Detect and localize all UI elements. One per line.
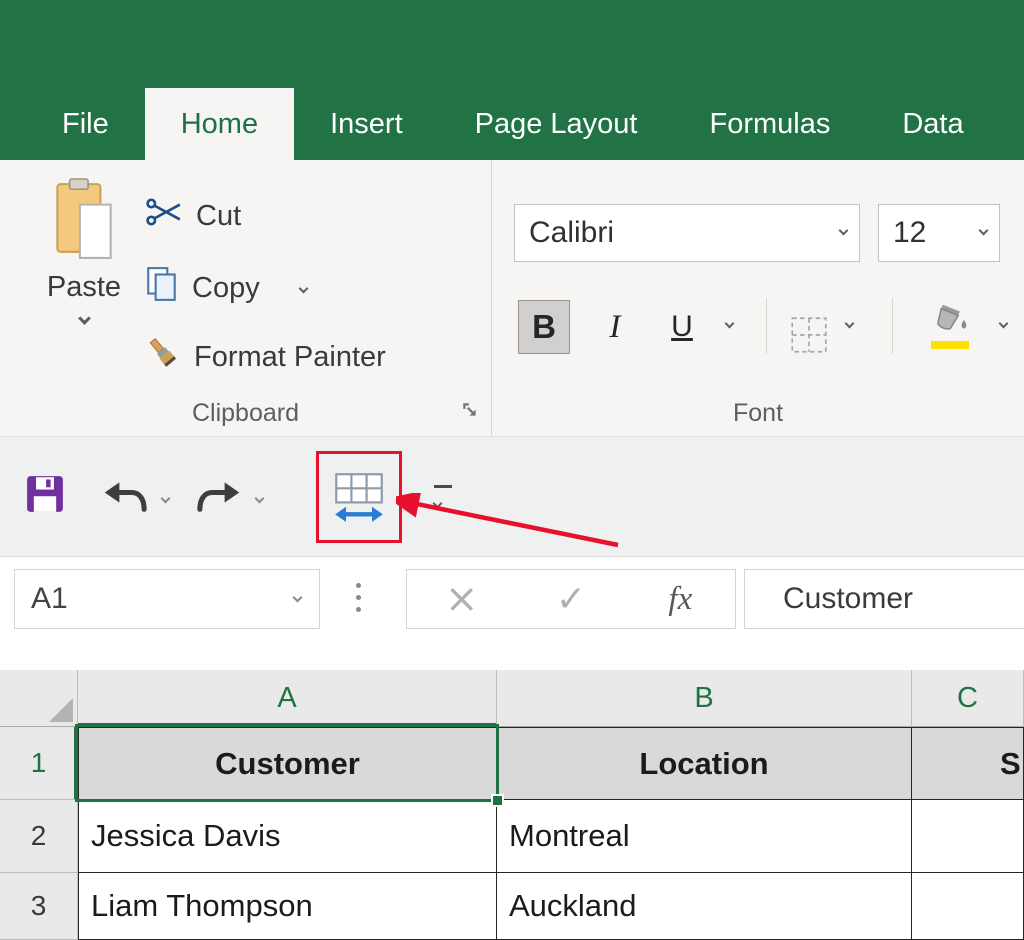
column-header-c[interactable]: C — [912, 670, 1024, 727]
table-row: 2 Jessica Davis Montreal — [0, 800, 1024, 873]
cut-label: Cut — [196, 199, 242, 232]
copy-button[interactable]: Copy — [146, 266, 309, 310]
font-group-label: Font — [732, 399, 784, 427]
italic-button[interactable]: I — [594, 300, 636, 354]
autofit-column-width-button[interactable] — [326, 459, 392, 535]
divider — [892, 298, 893, 354]
cell-b2[interactable]: Montreal — [497, 800, 912, 873]
formula-bar-drag-handle[interactable] — [356, 583, 361, 612]
customize-qat-chevron-icon — [432, 498, 443, 509]
select-all-icon — [49, 698, 73, 722]
row-header-2[interactable]: 2 — [0, 800, 78, 873]
row-header-1[interactable]: 1 — [0, 727, 78, 800]
paste-dropdown-icon[interactable] — [77, 312, 91, 325]
name-box[interactable]: A1 — [14, 569, 320, 629]
copy-label: Copy — [192, 271, 260, 304]
spreadsheet-grid: A B C 1 Customer Location S 2 Jessica Da… — [0, 670, 1024, 940]
tab-file[interactable]: File — [26, 88, 145, 160]
underline-dropdown-icon[interactable] — [724, 318, 735, 329]
ribbon-tab-bar: File Home Insert Page Layout Formulas Da… — [0, 88, 1024, 160]
tab-page-layout[interactable]: Page Layout — [439, 88, 674, 160]
customize-qat-icon — [434, 485, 452, 488]
formula-bar-buttons: × ✓ fx — [406, 569, 736, 629]
bold-button[interactable]: B — [518, 300, 570, 354]
paste-label: Paste — [46, 271, 122, 303]
font-name-combobox[interactable]: Calibri — [514, 204, 860, 262]
redo-dropdown-icon[interactable] — [254, 493, 265, 504]
tab-insert[interactable]: Insert — [294, 88, 439, 160]
excel-window: File Home Insert Page Layout Formulas Da… — [0, 0, 1024, 940]
fill-color-dropdown-icon[interactable] — [998, 318, 1009, 329]
table-row: 3 Liam Thompson Auckland — [0, 873, 1024, 940]
undo-icon — [104, 482, 147, 512]
cell-b3[interactable]: Auckland — [497, 873, 912, 940]
cell-a2[interactable]: Jessica Davis — [78, 800, 497, 873]
row-header-3[interactable]: 3 — [0, 873, 78, 940]
redo-icon — [197, 482, 240, 512]
cell-a1[interactable]: Customer — [78, 727, 497, 800]
font-group: Calibri 12 B I U Font — [492, 160, 1024, 436]
font-name-dropdown-icon[interactable] — [838, 225, 849, 236]
underline-button[interactable]: U — [660, 300, 704, 354]
name-box-dropdown-icon[interactable] — [292, 592, 303, 603]
font-size-value: 12 — [893, 216, 927, 249]
borders-button[interactable] — [790, 308, 828, 362]
formula-row: A1 × ✓ fx Customer — [0, 557, 1024, 670]
format-painter-button[interactable]: Format Painter — [146, 336, 386, 378]
annotation-arrow — [396, 493, 619, 548]
quick-access-toolbar — [0, 437, 1024, 557]
cancel-icon[interactable]: × — [407, 570, 516, 628]
clipboard-group-label: Clipboard — [191, 399, 299, 427]
customize-quick-access-toolbar-button[interactable] — [432, 485, 452, 512]
ribbon: Paste Cut Copy Format Painter Clipboard … — [0, 160, 1024, 437]
fill-color-swatch — [931, 341, 969, 349]
autofit-column-width-icon — [335, 473, 383, 522]
clipboard-paste-icon — [53, 178, 115, 265]
font-name-value: Calibri — [529, 216, 615, 249]
redo-button[interactable] — [196, 479, 242, 520]
enter-icon[interactable]: ✓ — [516, 570, 625, 628]
undo-dropdown-icon[interactable] — [160, 493, 171, 504]
undo-button[interactable] — [102, 479, 148, 520]
fill-color-button[interactable] — [930, 300, 970, 354]
clipboard-group: Paste Cut Copy Format Painter Clipboard — [0, 160, 492, 436]
borders-icon — [791, 317, 827, 353]
paint-bucket-icon — [930, 304, 970, 340]
insert-function-icon[interactable]: fx — [626, 570, 735, 628]
column-header-b[interactable]: B — [497, 670, 912, 727]
formula-bar[interactable]: Customer — [744, 569, 1024, 629]
save-button[interactable] — [26, 475, 64, 518]
cell-b1[interactable]: Location — [497, 727, 912, 800]
font-size-dropdown-icon[interactable] — [978, 225, 989, 236]
borders-dropdown-icon[interactable] — [844, 318, 855, 329]
scissors-icon — [146, 196, 182, 236]
save-icon — [27, 476, 63, 512]
cell-c1[interactable]: S — [912, 727, 1024, 800]
name-box-value: A1 — [31, 582, 68, 615]
paste-button[interactable]: Paste — [24, 178, 144, 325]
tab-formulas[interactable]: Formulas — [673, 88, 866, 160]
format-painter-label: Format Painter — [194, 340, 386, 373]
copy-dropdown-icon[interactable] — [298, 283, 309, 293]
cell-a3[interactable]: Liam Thompson — [78, 873, 497, 940]
font-size-combobox[interactable]: 12 — [878, 204, 1000, 262]
formula-bar-value: Customer — [783, 582, 914, 615]
divider — [766, 298, 767, 354]
column-header-row: A B C — [0, 670, 1024, 727]
select-all-button[interactable] — [0, 670, 78, 727]
clipboard-dialog-launcher-icon[interactable] — [461, 401, 479, 424]
tab-data[interactable]: Data — [866, 88, 999, 160]
table-row: 1 Customer Location S — [0, 727, 1024, 800]
cut-button[interactable]: Cut — [146, 196, 241, 236]
title-bar — [0, 0, 1024, 88]
column-header-a[interactable]: A — [78, 670, 497, 727]
copy-icon — [146, 266, 178, 310]
cell-c3[interactable] — [912, 873, 1024, 940]
tab-home[interactable]: Home — [144, 88, 295, 160]
format-painter-icon — [146, 336, 180, 378]
cell-c2[interactable] — [912, 800, 1024, 873]
